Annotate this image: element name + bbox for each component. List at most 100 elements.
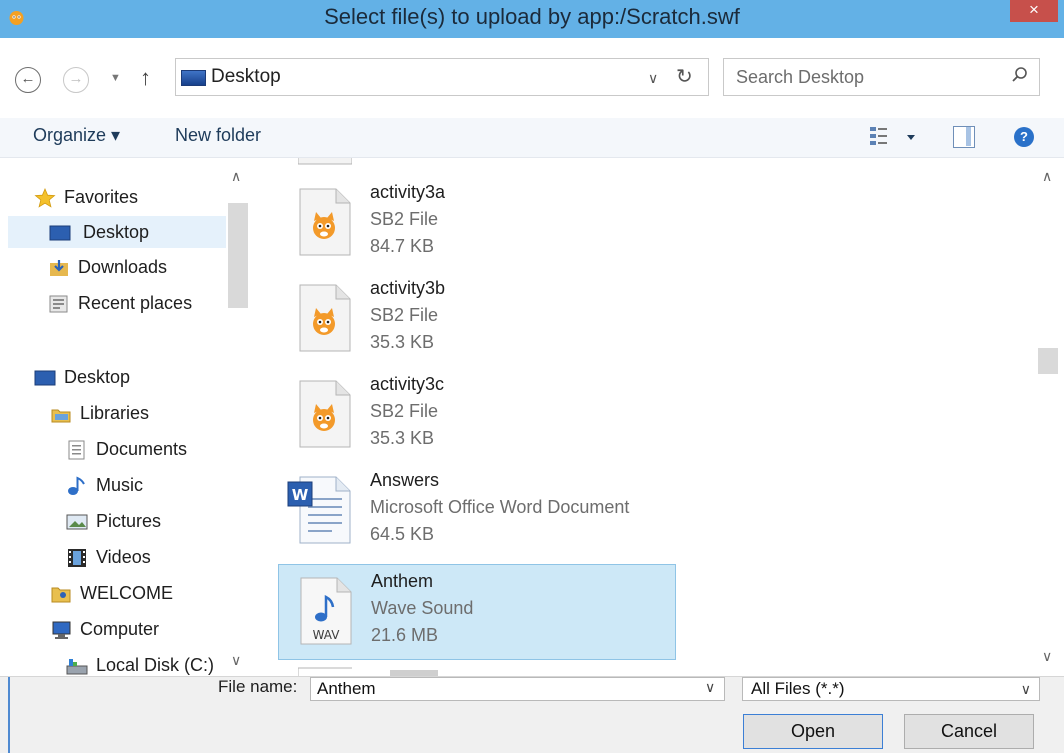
file-name: activity3b (370, 278, 446, 298)
file-name-input[interactable] (310, 677, 725, 701)
nav-item-label: Pictures (96, 511, 162, 531)
word-document-icon: W (287, 476, 351, 544)
recent-locations-dropdown[interactable]: ▼ (110, 72, 121, 84)
file-name-dropdown[interactable]: ∨ (705, 679, 715, 696)
file-row-activity3b[interactable]: activity3b SB2 File 35.3 KB (278, 272, 676, 368)
up-arrow-icon: ↑ (140, 65, 151, 90)
disk-icon (66, 659, 88, 675)
file-row-activity3c[interactable]: activity3c SB2 File 35.3 KB (278, 368, 676, 464)
command-toolbar: Organize ▾ New folder ? (0, 118, 1064, 158)
file-size: 21.6 MB (371, 625, 439, 645)
scrollbar-thumb[interactable] (228, 203, 248, 308)
videos-icon (68, 549, 86, 567)
file-name: activity3a (370, 182, 446, 202)
scratch-file-icon (299, 188, 351, 256)
address-bar[interactable]: Desktop ∨ ↻ (175, 58, 709, 96)
refresh-icon: ↻ (676, 66, 693, 88)
nav-item-label: Local Disk (C:) (96, 655, 215, 675)
desktop-icon (34, 370, 56, 386)
file-name: activity3c (370, 374, 445, 394)
forward-button[interactable]: → (63, 67, 89, 93)
new-folder-button[interactable]: New folder (175, 125, 261, 146)
search-icon (1012, 67, 1027, 82)
window-title: Select file(s) to upload by app:/Scratch… (324, 4, 740, 29)
help-button[interactable]: ? (1014, 127, 1034, 147)
desktop-icon (49, 225, 71, 241)
nav-item-label: Desktop (64, 367, 131, 387)
file-row-partial (298, 667, 438, 676)
file-name: Anthem (371, 571, 434, 591)
chevron-down-icon: ∨ (1020, 681, 1031, 697)
file-size: 84.7 KB (370, 236, 435, 256)
scratch-file-icon (299, 284, 351, 352)
organize-button[interactable]: Organize ▾ (33, 125, 120, 146)
view-options-icon (870, 127, 887, 145)
scrollbar-thumb[interactable] (1038, 348, 1058, 374)
search-placeholder: Search Desktop (736, 67, 865, 87)
address-dropdown[interactable]: ∨ (648, 70, 658, 87)
chevron-down-icon: ∨ (648, 70, 659, 86)
address-row: ← → ▼ ↑ Desktop ∨ ↻ Search Desktop (0, 38, 1064, 118)
nav-item-label: Computer (80, 619, 160, 639)
file-row-answers[interactable]: W Answers Microsoft Office Word Document… (278, 464, 676, 560)
up-button[interactable]: ↑ (140, 65, 151, 91)
chevron-down-icon: ▼ (110, 72, 121, 84)
refresh-button[interactable]: ↻ (676, 64, 693, 89)
nav-item-label: Videos (96, 547, 151, 567)
scroll-up-icon[interactable]: ∧ (231, 168, 241, 185)
file-type: SB2 File (370, 209, 439, 229)
computer-icon (52, 621, 71, 639)
file-list-scrollbar[interactable]: ∧ ∨ (1036, 158, 1060, 676)
open-button[interactable]: Open (743, 714, 883, 749)
document-icon (68, 440, 85, 460)
title-bar: Select file(s) to upload by app:/Scratch… (0, 0, 1064, 38)
file-list: activity3a SB2 File 84.7 KB activity3b S… (250, 158, 1036, 676)
chevron-down-icon: ∨ (705, 679, 716, 695)
nav-item-label: Documents (96, 439, 188, 459)
desktop-icon (181, 70, 206, 86)
scratch-file-icon (299, 380, 351, 448)
preview-pane-button[interactable] (953, 126, 975, 148)
navigation-pane: Favorites Desktop Downloads Recent place… (0, 158, 250, 676)
file-size: 35.3 KB (370, 428, 435, 448)
music-icon (68, 476, 85, 495)
file-type-select[interactable]: All Files (*.*) ∨ (742, 677, 1040, 701)
cancel-button[interactable]: Cancel (904, 714, 1034, 749)
file-type: SB2 File (370, 305, 439, 325)
nav-item-label: Desktop (83, 222, 150, 242)
navigation-scrollbar[interactable]: ∧ ∨ (228, 168, 248, 676)
libraries-icon (51, 409, 71, 423)
file-name: Answers (370, 470, 440, 490)
nav-item-label: Music (96, 475, 144, 495)
search-input[interactable]: Search Desktop (723, 58, 1040, 96)
back-button[interactable]: ← (15, 67, 41, 93)
change-view-button[interactable] (868, 123, 920, 151)
nav-item-desktop[interactable]: Desktop (8, 216, 226, 248)
svg-text:W: W (292, 486, 309, 504)
downloads-icon (50, 260, 68, 276)
user-folder-icon (51, 587, 71, 603)
address-location: Desktop (211, 66, 281, 87)
back-arrow-icon: ← (20, 70, 36, 87)
forward-arrow-icon: → (68, 70, 84, 87)
pictures-icon (66, 514, 88, 530)
nav-item-label: Recent places (78, 293, 193, 313)
window-edge (8, 677, 10, 753)
file-size: 64.5 KB (370, 524, 435, 544)
file-name-label: File name: (218, 677, 298, 696)
dialog-footer: File name: ∨ All Files (*.*) ∨ Open Canc… (0, 676, 1064, 753)
wav-icon-label: WAV (313, 628, 341, 642)
file-icon-partial (298, 158, 352, 165)
star-icon (34, 188, 56, 208)
file-type-value: All Files (*.*) (751, 679, 845, 698)
scroll-down-icon[interactable]: ∨ (231, 652, 241, 669)
file-type: SB2 File (370, 401, 439, 421)
wav-file-icon: WAV (300, 577, 352, 645)
file-row-anthem[interactable]: WAV Anthem Wave Sound 21.6 MB (278, 564, 676, 660)
close-button[interactable]: × (1010, 0, 1058, 22)
file-row-activity3a[interactable]: activity3a SB2 File 84.7 KB (278, 176, 676, 272)
scroll-up-icon[interactable]: ∧ (1042, 168, 1052, 185)
scroll-down-icon[interactable]: ∨ (1042, 648, 1052, 665)
nav-item-label: Favorites (64, 187, 139, 207)
file-type: Wave Sound (371, 598, 474, 618)
